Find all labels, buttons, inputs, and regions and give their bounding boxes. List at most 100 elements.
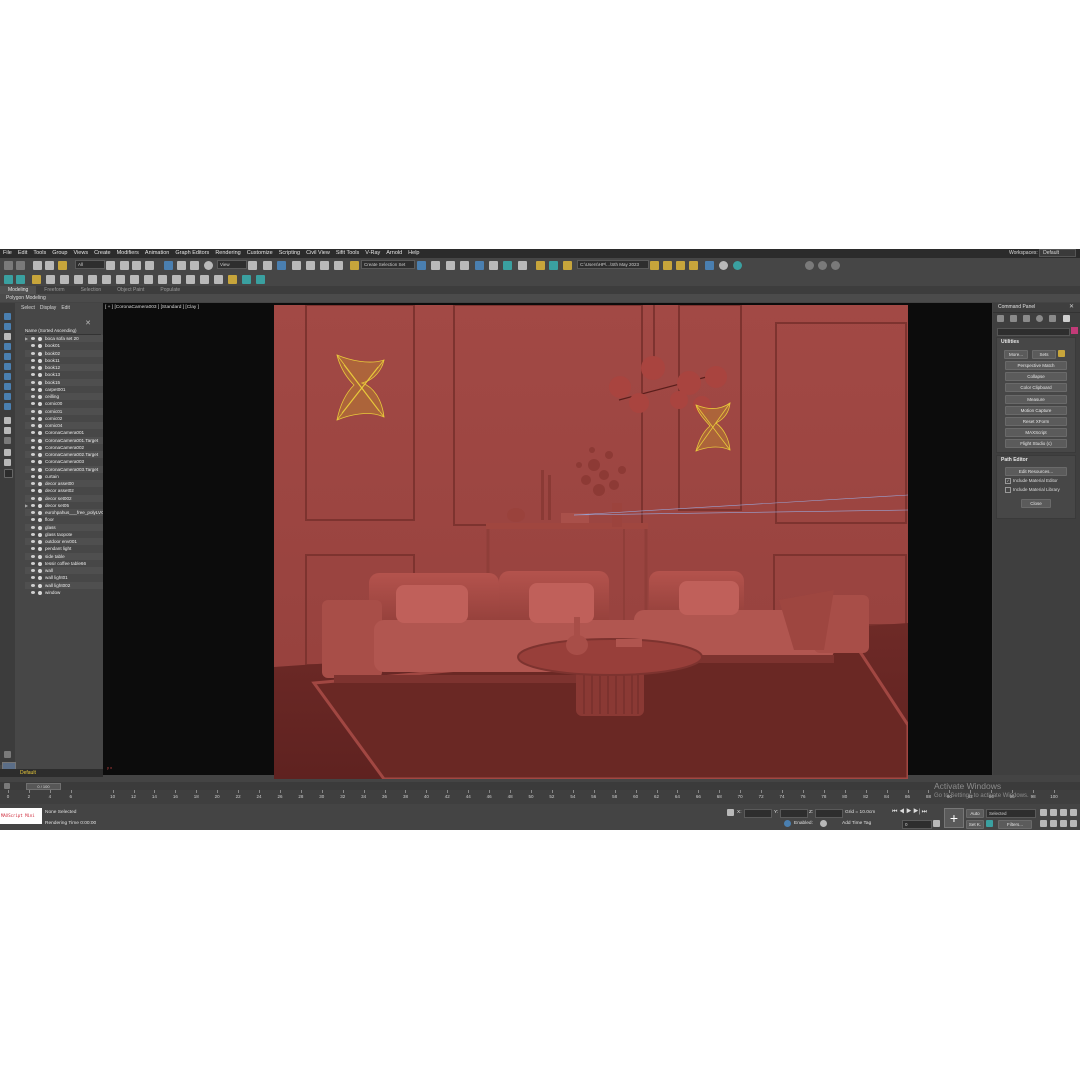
visibility-eye-icon[interactable]: [31, 532, 35, 536]
edit-named-selection-icon[interactable]: [350, 261, 359, 270]
render-production-icon[interactable]: [563, 261, 572, 270]
material-editor-icon[interactable]: [518, 261, 527, 270]
display-tab-icon[interactable]: [1049, 315, 1056, 322]
visibility-eye-icon[interactable]: [31, 489, 35, 493]
list-item[interactable]: carpet001: [25, 386, 111, 393]
unlink-icon[interactable]: [45, 261, 54, 270]
visibility-eye-icon[interactable]: [31, 358, 35, 362]
visibility-eye-icon[interactable]: [31, 453, 35, 456]
curve-editor-icon[interactable]: [489, 261, 498, 270]
cylinder-icon[interactable]: [88, 275, 97, 284]
bind-space-warp-icon[interactable]: [58, 261, 67, 270]
utility-perspective-match-button[interactable]: Perspective Match: [1005, 361, 1067, 370]
utilities-tab-icon[interactable]: [1063, 315, 1070, 322]
add-time-tag-button[interactable]: Add Time Tag: [842, 821, 871, 826]
light-lister-icon[interactable]: [32, 275, 41, 284]
visibility-eye-icon[interactable]: [31, 503, 35, 507]
list-item[interactable]: book12: [25, 364, 111, 372]
percent-snap-icon[interactable]: [320, 261, 329, 270]
display-lights-icon[interactable]: [4, 333, 11, 340]
adaptive-degradation-icon[interactable]: [784, 820, 791, 827]
redo-icon[interactable]: [16, 261, 25, 270]
list-item[interactable]: window: [25, 589, 111, 596]
menu-views[interactable]: Views: [71, 249, 92, 258]
list-item[interactable]: ▶ decor set05: [25, 502, 111, 509]
list-item[interactable]: CoronaCamera003: [25, 458, 111, 465]
command-panel-name-field[interactable]: [997, 328, 1070, 336]
filter-icon[interactable]: [4, 449, 11, 456]
utility-motion-capture-button[interactable]: Motion Capture: [1005, 405, 1067, 415]
viewport-label[interactable]: [ + ] [CoronaCamera003 ] [Standard ] [Cl…: [105, 305, 199, 310]
list-item[interactable]: glass taopote: [25, 531, 111, 538]
utility-collapse-button[interactable]: Collapse: [1005, 372, 1067, 382]
time-slider[interactable]: 0 / 100: [26, 783, 61, 790]
zoom-all-icon[interactable]: [1050, 809, 1057, 816]
camera-icon[interactable]: [46, 275, 55, 284]
track-bar[interactable]: 0 2 4 6 10 12 14 16 18 20 22 24 26 28 30 32 34 36 38 40 42 44…: [0, 790, 1080, 804]
text-shape-icon[interactable]: [200, 275, 209, 284]
visibility-eye-icon[interactable]: [31, 387, 35, 391]
ribbon-tab-populate[interactable]: Populate: [152, 286, 188, 294]
project-path-dropdown[interactable]: C:\Users\HP\...\Sth May 2023: [577, 260, 649, 269]
display-groups-icon[interactable]: [4, 373, 11, 380]
create-tab-icon[interactable]: [997, 315, 1004, 322]
camera-viewport[interactable]: [ + ] [CoronaCamera003 ] [Standard ] [Cl…: [103, 303, 992, 779]
list-item[interactable]: CoronaCamera002.Target: [25, 451, 111, 459]
list-item[interactable]: CoronaCamera001: [25, 429, 111, 436]
align-icon[interactable]: [431, 261, 440, 270]
visibility-eye-icon[interactable]: [31, 460, 35, 464]
edit-resources-button[interactable]: Edit Resources...: [1005, 467, 1067, 476]
box-icon[interactable]: [74, 275, 83, 284]
utility-color-clipboard-button[interactable]: Color Clipboard: [1005, 383, 1067, 393]
list-item[interactable]: wall light002: [25, 581, 111, 589]
key-filters-button[interactable]: Filters...: [998, 820, 1032, 829]
render-setup-icon[interactable]: [536, 261, 545, 270]
create-selection-set-dropdown[interactable]: Create Selection Set: [361, 260, 415, 269]
menu-graph-editors[interactable]: Graph Editors: [172, 249, 212, 258]
link-icon[interactable]: [33, 261, 42, 270]
select-rotate-icon[interactable]: [177, 261, 186, 270]
menu-arnold[interactable]: Arnold: [383, 249, 405, 258]
list-item[interactable]: floor: [25, 516, 111, 523]
list-item[interactable]: decor asset02: [25, 487, 111, 494]
list-item[interactable]: decor asset00: [25, 480, 111, 488]
undo-icon[interactable]: [4, 261, 13, 270]
visibility-eye-icon[interactable]: [31, 583, 35, 587]
zoom-icon[interactable]: [1040, 809, 1047, 816]
visibility-eye-icon[interactable]: [31, 576, 35, 580]
list-item[interactable]: CoronaCamera003.Target: [25, 465, 111, 473]
torus-icon[interactable]: [144, 275, 153, 284]
explorer-tab-edit[interactable]: Edit: [61, 305, 70, 311]
toggle-ribbon-icon[interactable]: [475, 261, 484, 270]
select-by-name-icon[interactable]: [120, 261, 129, 270]
visibility-eye-icon[interactable]: [31, 416, 35, 420]
auto-key-button[interactable]: Auto: [966, 809, 984, 818]
menu-sifit-tools[interactable]: Sifit Tools: [333, 249, 362, 258]
maximize-viewport-icon[interactable]: [1070, 820, 1077, 827]
selection-filter-dropdown[interactable]: All: [75, 260, 105, 269]
enabled-toggle-icon[interactable]: [820, 820, 827, 827]
visibility-eye-icon[interactable]: [31, 569, 35, 572]
lights-icon[interactable]: [228, 275, 237, 284]
tube-icon[interactable]: [158, 275, 167, 284]
list-item[interactable]: book01: [25, 342, 111, 349]
teapot-icon[interactable]: [116, 275, 125, 284]
select-scale-icon[interactable]: [190, 261, 199, 270]
workspace-dropdown[interactable]: Default: [1039, 249, 1076, 257]
expand-arrow-icon[interactable]: ▶: [25, 502, 28, 509]
visibility-eye-icon[interactable]: [31, 395, 35, 398]
plane-icon[interactable]: [102, 275, 111, 284]
visibility-eye-icon[interactable]: [31, 525, 35, 529]
modify-tab-icon[interactable]: [1010, 315, 1017, 322]
menu-tools[interactable]: Tools: [30, 249, 49, 258]
time-configuration-icon[interactable]: [933, 820, 940, 827]
list-item[interactable]: ceilling: [25, 393, 111, 401]
visibility-eye-icon[interactable]: [31, 344, 35, 348]
include-material-library-checkbox[interactable]: Include Material Library: [1005, 487, 1060, 493]
y-coordinate-field[interactable]: [780, 809, 808, 818]
geosphere-icon[interactable]: [186, 275, 195, 284]
menu-file[interactable]: File: [0, 249, 15, 258]
menu-civil-view[interactable]: Civil View: [303, 249, 333, 258]
list-item[interactable]: tessir coffee table66: [25, 560, 111, 567]
configure-sets-icon[interactable]: [1058, 350, 1065, 357]
